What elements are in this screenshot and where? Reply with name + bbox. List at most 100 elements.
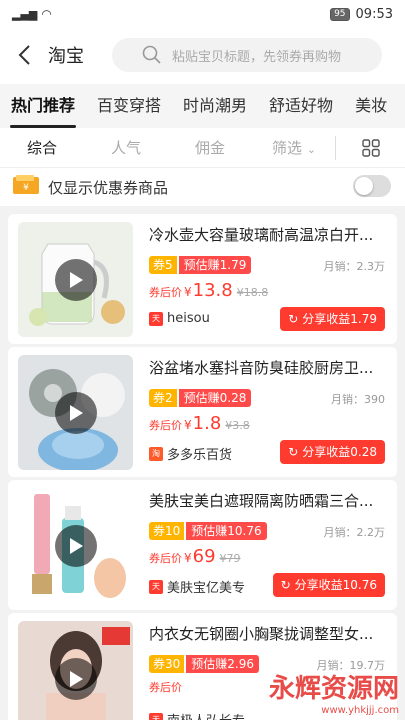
tmall-icon: 天猫	[149, 311, 163, 337]
monthly-sales: 月销：2.2万	[323, 526, 386, 539]
wifi-icon: ◠	[41, 7, 52, 21]
watermark-main: 永辉资源网	[268, 674, 399, 704]
coupon-only-row: ¥ 仅显示优惠券商品	[0, 168, 405, 206]
sort-filter-bar: 综合 人气 佣金 筛选 ⌄	[0, 128, 405, 168]
filter-popularity[interactable]: 人气	[84, 137, 168, 158]
watermark: 永辉资源网 www.yhkjjj.com	[269, 668, 399, 716]
tmall-icon: 天猫	[149, 712, 163, 720]
play-video-button[interactable]	[55, 392, 97, 434]
page-title: 淘宝	[48, 46, 84, 67]
share-icon: ↻	[288, 312, 299, 326]
taobao-icon: 淘	[149, 446, 163, 461]
badge-group: 券30 预估赚2.96	[149, 655, 260, 673]
monthly-sales: 月销：390	[331, 393, 385, 406]
coupon-badge: 券30	[149, 655, 185, 673]
tab-beauty[interactable]: 美妆	[344, 84, 398, 128]
filter-screen[interactable]: 筛选 ⌄	[252, 137, 336, 158]
shop-name: 南极人弘长专	[167, 710, 245, 720]
earn-badge: 预估赚0.28	[178, 389, 252, 407]
search-input[interactable]: 粘贴宝贝标题，先领券再购物	[112, 38, 382, 72]
play-video-button[interactable]	[55, 658, 97, 700]
final-price: 1.8	[192, 413, 222, 434]
final-price: 69	[192, 546, 216, 567]
product-title[interactable]: 内衣女无钢圈小胸聚拢调整型女...	[149, 623, 389, 644]
earn-badge: 预估赚2.96	[186, 655, 260, 673]
tmall-icon: 天猫	[149, 579, 163, 605]
tab-comfort[interactable]: 舒适好物	[258, 84, 344, 128]
product-thumbnail[interactable]	[18, 222, 133, 337]
currency-symbol: ¥	[184, 551, 192, 565]
coupon-badge: 券10	[149, 522, 185, 540]
coupon-icon: ¥	[12, 174, 40, 200]
price-label: 券后价	[149, 286, 182, 299]
product-title[interactable]: 浴盆堵水塞抖音防臭硅胶厨房卫...	[149, 357, 389, 378]
product-thumbnail[interactable]	[18, 621, 133, 720]
price-label: 券后价	[149, 419, 182, 432]
back-arrow-icon	[18, 45, 30, 65]
search-placeholder: 粘贴宝贝标题，先领券再购物	[172, 49, 342, 65]
filter-screen-label: 筛选	[271, 139, 302, 157]
toggle-knob	[355, 177, 373, 195]
chevron-down-icon: ⌄	[306, 143, 316, 156]
watermark-sub: www.yhkjjj.com	[321, 705, 399, 716]
tab-hot[interactable]: 热门推荐	[0, 84, 86, 128]
share-label: 分享收益1.79	[302, 312, 377, 326]
product-card[interactable]: 美肤宝美白遮瑕隔离防晒霜三合... 券10 预估赚10.76 月销：2.2万 券…	[8, 480, 397, 610]
original-price: ¥3.8	[225, 419, 250, 432]
product-thumbnail[interactable]	[18, 488, 133, 603]
product-title[interactable]: 冷水壶大容量玻璃耐高温凉白开...	[149, 224, 389, 245]
play-icon	[70, 538, 83, 554]
share-icon: ↻	[288, 445, 299, 459]
category-tabs: 热门推荐 百变穿搭 时尚潮男 舒适好物 美妆	[0, 84, 405, 128]
signal-icon: ▂▄▆	[12, 7, 38, 21]
shop-info: 淘 多多乐百货	[149, 444, 232, 463]
product-card[interactable]: 冷水壶大容量玻璃耐高温凉白开... 券5 预估赚1.79 月销：2.3万 券后价…	[8, 214, 397, 344]
earn-badge: 预估赚1.79	[178, 256, 252, 274]
final-price: 13.8	[192, 280, 233, 301]
share-earn-button[interactable]: ↻ 分享收益1.79	[280, 307, 385, 331]
currency-symbol: ¥	[184, 285, 192, 299]
shop-info: 天猫 南极人弘长专	[149, 710, 245, 720]
share-earn-button[interactable]: ↻ 分享收益0.28	[280, 440, 385, 464]
coupon-only-toggle[interactable]	[353, 175, 391, 197]
play-icon	[70, 671, 83, 687]
grid-icon	[361, 139, 380, 157]
product-thumbnail[interactable]	[18, 355, 133, 470]
price-row: 券后价 ¥ 13.8 ¥18.8	[149, 280, 268, 301]
play-video-button[interactable]	[55, 525, 97, 567]
share-icon: ↻	[280, 578, 291, 592]
badge-group: 券2 预估赚0.28	[149, 389, 252, 407]
shop-info: 天猫 美肤宝亿美专	[149, 577, 246, 605]
product-title[interactable]: 美肤宝美白遮瑕隔离防晒霜三合...	[149, 490, 389, 511]
shop-name: 多多乐百货	[167, 448, 233, 463]
shop-name: heisou	[167, 311, 210, 326]
play-video-button[interactable]	[55, 259, 97, 301]
currency-symbol: ¥	[184, 418, 192, 432]
share-earn-button[interactable]: ↻ 分享收益10.76	[272, 573, 385, 597]
price-row: 券后价 ¥ 1.8 ¥3.8	[149, 413, 250, 434]
original-price: ¥18.8	[236, 286, 269, 299]
svg-text:¥: ¥	[23, 183, 29, 193]
back-button[interactable]	[0, 28, 48, 82]
share-label: 分享收益0.28	[302, 445, 377, 459]
battery-icon: 95	[330, 7, 350, 21]
price-row: 券后价	[149, 679, 182, 695]
tab-outfits[interactable]: 百变穿搭	[86, 84, 172, 128]
coupon-only-label: 仅显示优惠券商品	[48, 178, 169, 197]
clock: 09:53	[355, 6, 393, 22]
price-row: 券后价 ¥ 69 ¥79	[149, 546, 241, 567]
search-icon	[142, 45, 162, 65]
price-label: 券后价	[149, 552, 182, 565]
filter-comprehensive[interactable]: 综合	[0, 137, 84, 158]
layout-toggle-button[interactable]	[335, 136, 405, 160]
coupon-badge: 券5	[149, 256, 177, 274]
tab-men-fashion[interactable]: 时尚潮男	[172, 84, 258, 128]
shop-info: 天猫 heisou	[149, 311, 210, 337]
badge-group: 券10 预估赚10.76	[149, 522, 267, 540]
product-card[interactable]: 浴盆堵水塞抖音防臭硅胶厨房卫... 券2 预估赚0.28 月销：390 券后价 …	[8, 347, 397, 477]
badge-group: 券5 预估赚1.79	[149, 256, 252, 274]
share-label: 分享收益10.76	[294, 578, 377, 592]
filter-commission[interactable]: 佣金	[168, 137, 252, 158]
price-label: 券后价	[149, 681, 182, 694]
shop-name: 美肤宝亿美专	[167, 581, 246, 596]
